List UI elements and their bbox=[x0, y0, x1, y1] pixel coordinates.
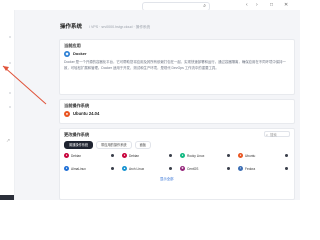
radio-indicator[interactable] bbox=[111, 154, 114, 157]
ubuntu-logo-icon: ● bbox=[64, 111, 70, 117]
radio-indicator[interactable] bbox=[227, 167, 230, 170]
ubuntu-icon: ● bbox=[238, 153, 243, 158]
os-item-label: Debian bbox=[129, 153, 140, 158]
sidebar-item-dot[interactable] bbox=[9, 106, 11, 108]
sidebar: ↗ bbox=[0, 10, 15, 200]
os-item-label: CentOS bbox=[187, 166, 199, 171]
os-item-arch-linux[interactable]: ▲ Arch Linux bbox=[122, 164, 174, 173]
os-search-input[interactable]: ⌕ 搜索 bbox=[264, 131, 290, 137]
os-item-ubuntu[interactable]: ● Ubuntu bbox=[238, 151, 290, 160]
current-app-name: Docker bbox=[73, 51, 87, 56]
radio-indicator[interactable] bbox=[227, 154, 230, 157]
docker-logo-icon: ◆ bbox=[64, 51, 70, 57]
forward-icon[interactable]: › bbox=[256, 2, 258, 9]
os-item-label: Debian bbox=[71, 153, 82, 158]
centos-icon: ✚ bbox=[180, 166, 185, 171]
os-item-debian-2[interactable]: ● Debian bbox=[122, 151, 174, 160]
tab-os-with-apps[interactable]: 带应用的操作系统 bbox=[96, 141, 132, 149]
os-item-centos[interactable]: ✚ CentOS bbox=[180, 164, 232, 173]
current-app-heading: 当前应用 bbox=[64, 43, 81, 48]
fedora-icon: f bbox=[238, 166, 243, 171]
debian-icon: ● bbox=[64, 153, 69, 158]
os-item-almalinux[interactable]: ● AlmaLinux bbox=[64, 164, 116, 173]
top-bar: ⌕ ‹ › □ ✕ bbox=[0, 0, 300, 11]
search-icon[interactable]: ⌕ bbox=[203, 3, 206, 10]
sidebar-item-dot[interactable] bbox=[9, 36, 11, 38]
os-item-label: Fedora bbox=[245, 166, 256, 171]
radio-indicator[interactable] bbox=[285, 167, 288, 170]
os-item-label: Ubuntu bbox=[245, 153, 256, 158]
os-item-fedora[interactable]: f Fedora bbox=[238, 164, 290, 173]
radio-indicator[interactable] bbox=[169, 154, 172, 157]
almalinux-icon: ● bbox=[64, 166, 69, 171]
sidebar-item-dot[interactable] bbox=[9, 62, 11, 64]
sidebar-footer-bar bbox=[0, 195, 14, 200]
os-item-rocky-linux[interactable]: ● Rocky Linux bbox=[180, 151, 232, 160]
os-item-label: Rocky Linux bbox=[187, 153, 205, 158]
current-os-heading: 当前操作系统 bbox=[64, 103, 90, 108]
arch-linux-icon: ▲ bbox=[122, 166, 127, 171]
show-all-link[interactable]: 显示全部 bbox=[160, 176, 174, 182]
current-app-row: ◆ Docker bbox=[64, 51, 87, 57]
page-title: 操作系统 bbox=[60, 24, 83, 30]
breadcrumb[interactable]: / VPS · srv0000.hstgr.cloud · 操作系统 bbox=[89, 24, 150, 31]
os-item-label: Arch Linux bbox=[129, 166, 145, 171]
window-icon[interactable]: □ bbox=[270, 2, 273, 9]
radio-indicator[interactable] bbox=[111, 167, 114, 170]
rocky-linux-icon: ● bbox=[180, 153, 185, 158]
current-app-description: Docker 是一个开源的容器化平台，它可帮助您将应用及其所有依赖打包在一起，实… bbox=[64, 60, 286, 70]
sidebar-item-dot[interactable] bbox=[9, 92, 11, 94]
close-icon[interactable]: ✕ bbox=[284, 2, 288, 9]
main-content: 操作系统 / VPS · srv0000.hstgr.cloud · 操作系统 … bbox=[15, 10, 300, 200]
os-tabs: 普通操作系统 带应用的操作系统 面板 bbox=[64, 141, 154, 149]
os-search-placeholder: 搜索 bbox=[270, 133, 277, 137]
current-os-card: 当前操作系统 ● Ubuntu 24.04 bbox=[59, 99, 295, 124]
sidebar-link-icon[interactable]: ↗ bbox=[6, 138, 10, 144]
current-os-name: Ubuntu 24.04 bbox=[73, 111, 100, 116]
os-item-debian[interactable]: ● Debian bbox=[64, 151, 116, 160]
radio-indicator[interactable] bbox=[285, 154, 288, 157]
tab-panels[interactable]: 面板 bbox=[134, 141, 151, 149]
search-icon: ⌕ bbox=[266, 133, 269, 137]
debian-icon: ● bbox=[122, 153, 127, 158]
tab-plain-os[interactable]: 普通操作系统 bbox=[64, 141, 94, 149]
back-icon[interactable]: ‹ bbox=[246, 2, 248, 9]
radio-indicator[interactable] bbox=[169, 167, 172, 170]
change-os-heading: 更改操作系统 bbox=[64, 132, 90, 137]
change-os-card: 更改操作系统 ⌕ 搜索 普通操作系统 带应用的操作系统 面板 ● Debian … bbox=[59, 128, 295, 200]
os-item-label: AlmaLinux bbox=[71, 166, 86, 171]
current-app-card: 当前应用 ◆ Docker Docker 是一个开源的容器化平台，它可帮助您将应… bbox=[59, 39, 295, 95]
current-os-row: ● Ubuntu 24.04 bbox=[64, 111, 99, 117]
